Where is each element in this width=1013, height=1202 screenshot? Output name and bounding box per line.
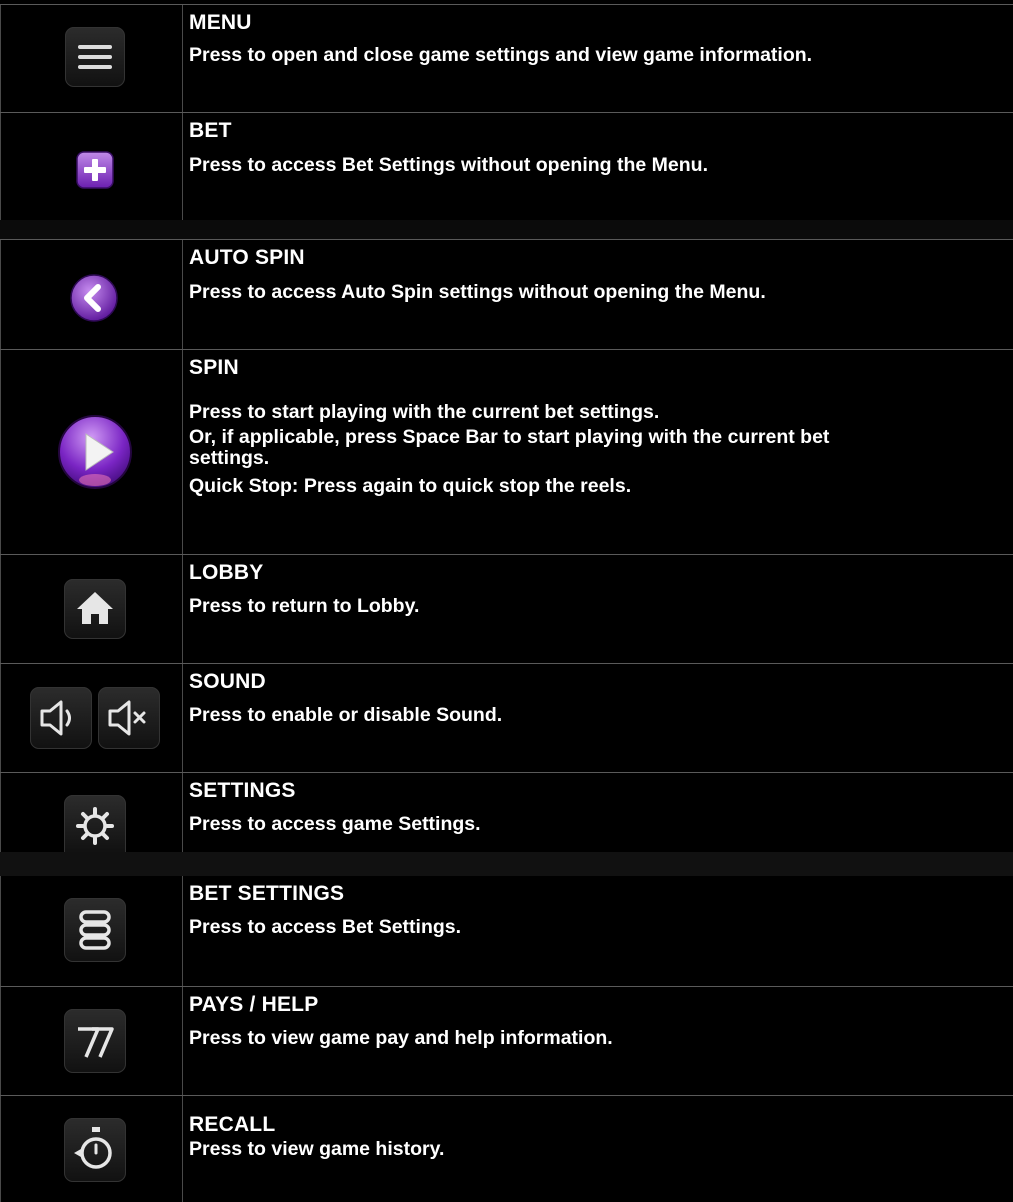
list-item-settings: SETTINGS Press to access game Settings. (0, 772, 1013, 853)
row-description: Press to view game pay and help informat… (189, 1027, 613, 1049)
row-description: Press to access Bet Settings. (189, 916, 462, 938)
speaker-icon (30, 687, 92, 749)
row-description: Press to enable or disable Sound. (189, 704, 503, 726)
seven-icon (64, 1009, 126, 1073)
row-title: MENU (189, 11, 252, 34)
play-icon (57, 414, 133, 490)
icon-cell (0, 555, 183, 663)
list-item-recall: RECALL Press to view game history. (0, 1095, 1013, 1202)
row-title: PAYS / HELP (189, 993, 319, 1016)
list-item-lobby: LOBBY Press to return to Lobby. (0, 554, 1013, 663)
row-title: BET SETTINGS (189, 882, 345, 905)
icon-cell (0, 5, 183, 112)
row-description-line: settings. (189, 447, 270, 469)
coin-stack-icon (64, 898, 126, 962)
speaker-muted-icon (98, 687, 160, 749)
list-item-bet: BET Press to access Bet Settings without… (0, 112, 1013, 220)
icon-cell (0, 876, 183, 986)
list-item-bet-settings: BET SETTINGS Press to access Bet Setting… (0, 876, 1013, 986)
row-title: AUTO SPIN (189, 246, 305, 269)
icon-cell (0, 664, 183, 772)
icon-cell (0, 240, 183, 349)
list-item-pays-help: PAYS / HELP Press to view game pay and h… (0, 986, 1013, 1095)
row-title: SOUND (189, 670, 266, 693)
list-item-menu: MENU Press to open and close game settin… (0, 4, 1013, 112)
row-title: RECALL (189, 1113, 276, 1136)
row-description: Press to access Auto Spin settings witho… (189, 281, 766, 303)
row-description-line: Or, if applicable, press Space Bar to st… (189, 426, 830, 448)
list-item-auto-spin: AUTO SPIN Press to access Auto Spin sett… (0, 239, 1013, 349)
row-description-line: Press to start playing with the current … (189, 401, 660, 423)
home-icon (64, 579, 126, 639)
row-title: SETTINGS (189, 779, 296, 802)
icon-cell (0, 1096, 183, 1202)
menu-icon (65, 27, 125, 87)
chevron-left-icon (69, 273, 119, 323)
section-gap (0, 220, 1013, 239)
row-title: BET (189, 119, 232, 142)
list-item-sound: SOUND Press to enable or disable Sound. (0, 663, 1013, 772)
icon-cell (0, 350, 183, 554)
plus-icon (75, 150, 115, 190)
row-title: SPIN (189, 356, 239, 379)
list-item-spin: SPIN Press to start playing with the cur… (0, 349, 1013, 554)
row-title: LOBBY (189, 561, 264, 584)
row-description-line: Quick Stop: Press again to quick stop th… (189, 475, 632, 497)
row-description: Press to access Bet Settings without ope… (189, 154, 708, 176)
gear-icon (64, 795, 126, 853)
row-description: Press to access game Settings. (189, 813, 481, 835)
row-description: Press to view game history. (189, 1138, 445, 1160)
icon-cell (0, 113, 183, 220)
section-gap (0, 852, 1013, 876)
icon-cell (0, 773, 183, 853)
row-description: Press to return to Lobby. (189, 595, 420, 617)
icon-cell (0, 987, 183, 1095)
stopwatch-icon (64, 1118, 126, 1182)
row-description: Press to open and close game settings an… (189, 44, 813, 66)
